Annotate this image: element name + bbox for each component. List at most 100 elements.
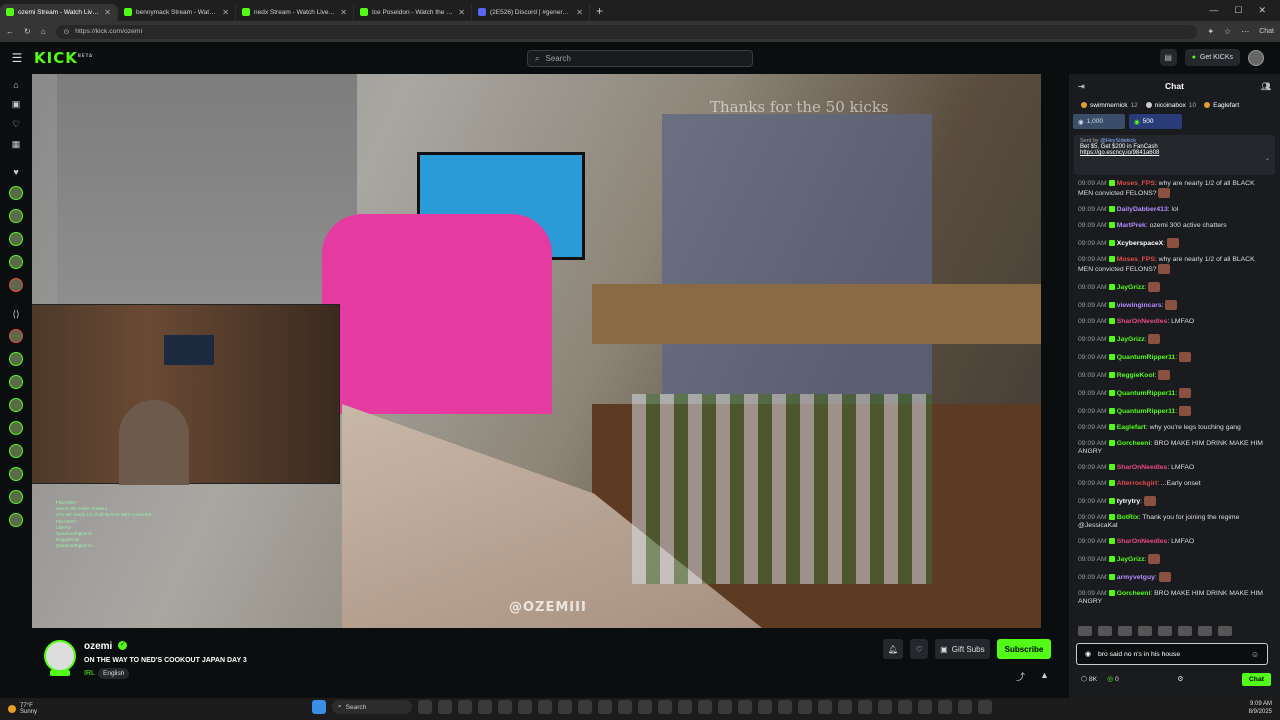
emote-button[interactable] [1138,626,1152,636]
send-chat-button[interactable]: Chat [1241,672,1271,686]
share-icon[interactable]: ⤴ [1016,670,1025,683]
message-username[interactable]: viewingincars [1117,302,1162,309]
chat-message[interactable]: 09:09 AM armyvetguy: [1078,572,1271,582]
heart-icon[interactable]: ♥ [13,167,18,177]
goal-badge[interactable]: ◉ 1,000 [1073,114,1125,129]
chat-message[interactable]: 09:09 AM DailyDabber413: lol [1078,206,1271,214]
kicks-balance[interactable]: ⬡ 8K [1081,675,1097,683]
following-icon[interactable]: ♡ [12,119,20,130]
channel-avatar[interactable] [9,467,23,481]
weather-widget[interactable]: 77°F Sunny [0,703,37,715]
message-username[interactable]: QuantumRipper11 [1117,390,1176,397]
browser-tab-ozemi[interactable]: ozemi Stream - Watch Live on Kick ✕ [0,3,118,21]
video-player[interactable]: Thanks for the 50 kicks FELONS? ozemi 30… [32,74,1041,628]
taskbar-app-icon[interactable] [578,700,592,714]
channel-avatar[interactable] [9,398,23,412]
chat-message[interactable]: 09:09 AM viewingincars: [1078,300,1271,310]
browser-tab-ice-poseidon[interactable]: Ice Poseidon - Watch the VOD on Kick ✕ [354,3,472,21]
language-tag[interactable]: English [98,668,130,679]
menu-icon[interactable]: ☰ [0,51,34,65]
message-username[interactable]: Gorcheeni [1117,590,1151,597]
close-icon[interactable]: ✕ [576,8,583,17]
message-username[interactable]: SharOnNeedles [1117,318,1168,325]
taskbar-app-icon[interactable] [938,700,952,714]
chat-message[interactable]: 09:09 AM JayGrizz: [1078,282,1271,292]
message-username[interactable]: Alterrockgirl [1117,480,1157,487]
chat-message[interactable]: 09:09 AM Gorcheeni: BRO MAKE HIM DRINK MA… [1078,440,1271,456]
chat-users-icon[interactable]: 👥︎ [1261,82,1271,91]
message-username[interactable]: tytrytry [1117,498,1140,505]
url-field[interactable]: ⊙ https://kick.com/ozemi [55,24,1198,39]
close-icon[interactable]: ✕ [340,8,347,17]
chat-message[interactable]: 09:09 AM JayGrizz: [1078,334,1271,344]
channel-avatar[interactable] [9,232,23,246]
taskbar-app-icon[interactable] [498,700,512,714]
emote-button[interactable] [1178,626,1192,636]
taskbar-app-icon[interactable] [758,700,772,714]
browser-tab-nedx[interactable]: nedx Stream - Watch Live on Kick ✕ [236,3,354,21]
taskbar-app-icon[interactable] [878,700,892,714]
reply-icon[interactable]: ◉ [1085,650,1091,658]
taskbar-app-icon[interactable] [798,700,812,714]
channel-avatar[interactable] [9,375,23,389]
taskbar-search[interactable]: ⌕ Search [332,700,412,714]
taskbar-app-icon[interactable] [458,700,472,714]
copilot-chat-button[interactable]: Chat [1259,28,1274,35]
get-kicks-button[interactable]: ● Get KICKs [1184,49,1240,66]
browser-tab-bennymack[interactable]: bennymack Stream - Watch Live on Kick ✕ [118,3,236,21]
follow-heart-icon[interactable]: ♡ [910,639,929,659]
channel-avatar[interactable] [9,444,23,458]
chat-message[interactable]: 09:09 AM XcyberspaceX: [1078,238,1271,248]
taskbar-app-icon[interactable] [478,700,492,714]
emote-button[interactable] [1078,626,1092,636]
browse-icon[interactable]: ▣ [12,99,21,110]
close-icon[interactable]: ✕ [458,8,465,17]
streamer-avatar[interactable] [44,640,76,672]
message-username[interactable]: DailyDabber413 [1117,206,1168,213]
home-icon[interactable]: ⌂ [41,27,46,36]
emoji-icon[interactable]: ☺ [1251,650,1259,659]
search-input[interactable]: ⌕ Search [527,50,753,67]
window-close-icon[interactable]: ✕ [1258,5,1266,16]
extensions-icon[interactable]: ✦ [1207,27,1214,36]
taskbar-app-icon[interactable] [818,700,832,714]
chat-message[interactable]: 09:09 AM MartPrek: ozemi 300 active chatt… [1078,222,1271,230]
subscribe-button[interactable]: Subscribe [996,639,1052,659]
chat-message[interactable]: 09:09 AM BotRix: Thank you for joining th… [1078,514,1271,530]
close-icon[interactable]: ✕ [222,8,229,17]
gifter-item[interactable]: swimmernick 12 [1081,102,1138,109]
message-username[interactable]: SharOnNeedles [1117,538,1168,545]
channel-avatar[interactable] [9,186,23,200]
message-username[interactable]: JayGrizz [1117,556,1145,563]
gifter-item[interactable]: nicoinabox 10 [1145,102,1196,109]
message-username[interactable]: Eaglefart [1117,424,1146,431]
chat-message[interactable]: 09:09 AM Moses_FPS: why are nearly 1/2 of… [1078,180,1271,198]
taskbar-app-icon[interactable] [558,700,572,714]
chat-message[interactable]: 09:09 AM Eaglefart: why you're legs touch… [1078,424,1271,432]
taskbar-app-icon[interactable] [738,700,752,714]
favorites-icon[interactable]: ☆ [1224,27,1231,36]
channel-avatar[interactable] [9,278,23,292]
channel-avatar[interactable] [9,352,23,366]
taskbar-app-icon[interactable] [838,700,852,714]
chat-message[interactable]: 09:09 AM SharOnNeedles: LMFAO [1078,318,1271,326]
message-username[interactable]: armyvetguy [1117,574,1155,581]
chat-message[interactable]: 09:09 AM Moses_FPS: why are nearly 1/2 of… [1078,256,1271,274]
chat-settings-icon[interactable]: ⚙ [1177,675,1183,683]
recommended-icon[interactable]: ⟨⟩ [12,309,19,320]
taskbar-app-icon[interactable] [678,700,692,714]
browser-tab-discord[interactable]: (2E526) Discord | #general | Pu... ✕ [472,3,590,21]
chat-message[interactable]: 09:09 AM tytrytry: [1078,496,1271,506]
chat-message[interactable]: 09:09 AM ReggieKool: [1078,370,1271,380]
taskbar-app-icon[interactable] [778,700,792,714]
emote-button[interactable] [1098,626,1112,636]
new-tab-button[interactable]: + [590,4,609,18]
collapse-chat-icon[interactable]: ⇥ [1078,82,1085,91]
channel-points[interactable]: ◎ 0 [1107,675,1119,683]
message-username[interactable]: BotRix [1117,514,1139,521]
taskbar-app-icon[interactable] [858,700,872,714]
message-username[interactable]: JayGrizz [1117,284,1145,291]
streamer-name[interactable]: ozemi [84,641,112,652]
channel-avatar[interactable] [9,421,23,435]
taskbar-app-icon[interactable] [518,700,532,714]
